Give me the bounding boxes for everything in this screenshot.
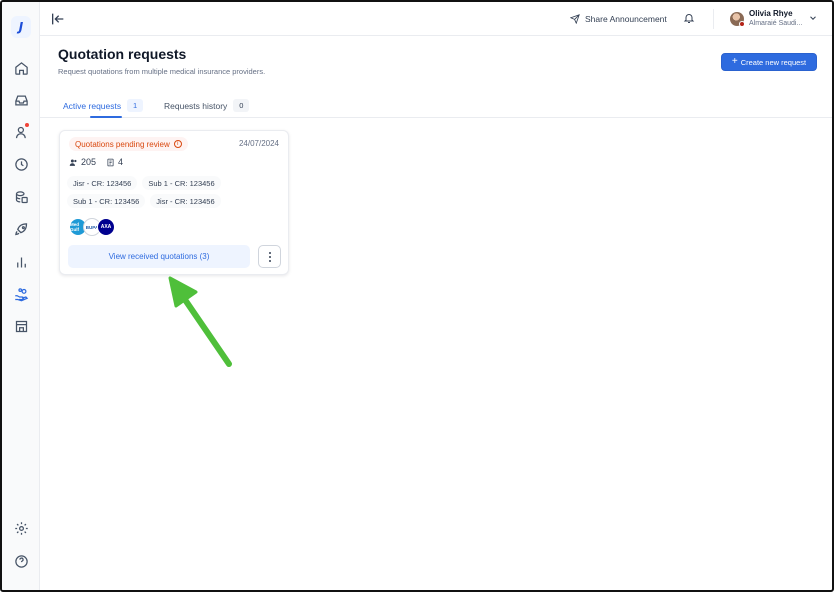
home-icon [14,61,28,75]
tab-requests-history[interactable]: Requests history 0 [164,94,250,117]
sidebar-item-history[interactable] [11,154,31,174]
insurer-logos: Med Gulf BUPA AXA [69,218,115,236]
documents-count: 4 [118,157,124,167]
hand-coins-icon [14,287,28,301]
app-window: J Share Announcement Olivia Rhye Almarai… [0,0,834,592]
notification-dot [25,123,29,127]
info-icon[interactable]: i [173,140,182,148]
request-stats: 205 4 [69,157,123,167]
sidebar-item-launch[interactable] [11,219,31,239]
quotation-request-card: Quotations pending review i 24/07/2024 2… [59,130,289,275]
user-organization: Almaraié Saudi... [749,20,803,27]
sidebar-item-marketplace[interactable] [11,316,31,336]
entity-chip: Sub 1 - CR: 123456 [142,176,221,190]
page-title: Quotation requests [58,46,187,62]
sidebar-item-home[interactable] [11,58,31,78]
members-count: 205 [81,157,97,167]
share-announcement-button[interactable]: Share Announcement [570,11,667,27]
users-icon [69,159,77,166]
sidebar-item-billing[interactable] [11,187,31,207]
annotation-arrow [168,276,232,367]
top-bar: Share Announcement Olivia Rhye Almaraié … [40,2,832,36]
tab-label: Requests history [164,100,228,111]
avatar [730,12,745,27]
clock-icon [14,157,28,171]
share-announcement-label: Share Announcement [585,14,667,24]
user-menu[interactable]: Olivia Rhye Almaraié Saudi... [730,6,802,32]
entity-chip: Sub 1 - CR: 123456 [67,194,146,208]
more-icon-dot [268,251,271,254]
chevron-down-icon[interactable] [808,13,818,23]
tab-active-requests[interactable]: Active requests 1 [63,94,144,117]
members-stat: 205 [69,157,96,167]
axa-logo: AXA [97,218,115,236]
tab-label: Active requests [63,100,122,111]
create-new-request-label: Create new request [740,57,807,67]
sidebar-item-insurance[interactable] [11,284,31,304]
create-new-request-button[interactable]: + Create new request [721,53,817,71]
more-icon-dot [268,259,271,262]
tab-count-badge: 1 [127,99,144,112]
status-label: Quotations pending review [75,139,170,149]
page-subtitle: Request quotations from multiple medical… [58,67,266,76]
document-icon [107,158,114,166]
rocket-icon [14,222,27,235]
inbox-icon [14,95,28,105]
request-tabs: Active requests 1 Requests history 0 [40,90,832,118]
bar-chart-icon [16,257,26,267]
more-options-button[interactable] [258,245,281,268]
sidebar-item-people[interactable] [11,122,31,142]
sidebar-item-help[interactable] [11,551,31,571]
user-name: Olivia Rhye [749,9,793,18]
sidebar-item-inbox[interactable] [11,90,31,110]
sidebar-item-reports[interactable] [11,252,31,272]
entity-chip: Jisr - CR: 123456 [67,176,138,190]
entity-chips: Jisr - CR: 123456 Sub 1 - CR: 123456 Sub… [67,176,283,208]
logo-letter: J [18,20,24,34]
more-icon-dot [268,255,271,258]
entity-chip: Jisr - CR: 123456 [150,194,221,208]
plus-icon: + [731,56,738,67]
app-logo[interactable]: J [11,16,31,38]
settings-icon [14,521,28,535]
help-icon [14,554,28,568]
sidebar: J [2,2,40,590]
store-icon [15,320,27,332]
tab-count-badge: 0 [233,99,250,112]
active-tab-indicator [90,116,122,118]
status-badge: Quotations pending review i [69,137,188,151]
database-icon [15,190,28,203]
documents-stat: 4 [106,157,123,167]
collapse-sidebar-icon[interactable] [50,11,66,27]
bell-icon[interactable] [683,12,695,24]
send-icon [570,14,580,24]
header-divider [713,9,714,29]
view-received-quotations-button[interactable]: View received quotations (3) [68,245,250,268]
sidebar-item-settings[interactable] [11,518,31,538]
request-date: 24/07/2024 [238,139,279,148]
